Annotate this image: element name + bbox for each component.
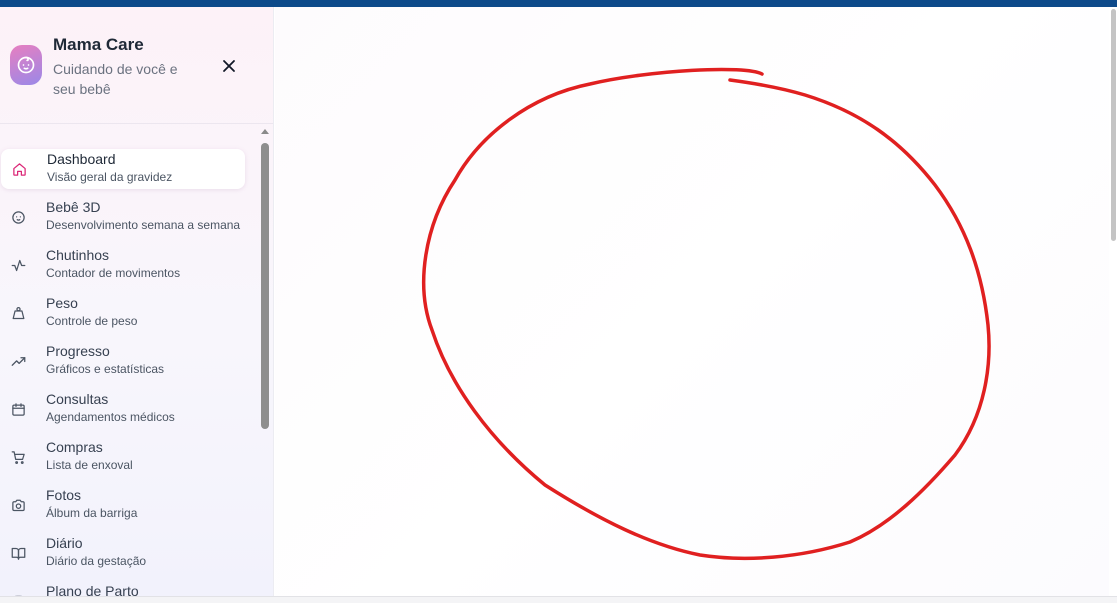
sidebar-item-progresso[interactable]: Progresso Gráficos e estatísticas: [0, 341, 256, 381]
sidebar-item-description: Visão geral da gravidez: [47, 170, 173, 184]
cart-icon: [10, 449, 26, 465]
window-top-bar: [0, 0, 1117, 7]
sidebar-item-bebe-3d[interactable]: Bebê 3D Desenvolvimento semana a semana: [0, 197, 256, 237]
sidebar-item-description: Gráficos e estatísticas: [46, 362, 165, 376]
sidebar-item-consultas[interactable]: Consultas Agendamentos médicos: [0, 389, 256, 429]
sidebar-item-fotos[interactable]: Fotos Álbum da barriga: [0, 485, 256, 525]
weight-icon: [10, 305, 26, 321]
sidebar-item-label: Bebê 3D: [46, 199, 101, 215]
sidebar-item-plano-de-parto[interactable]: Plano de Parto: [0, 581, 256, 597]
calendar-icon: [10, 401, 26, 417]
camera-icon: [10, 497, 26, 513]
sidebar-nav: Dashboard Visão geral da gravidez Bebê 3…: [0, 143, 258, 597]
sidebar: Mama Care Cuidando de você e seu bebê Da…: [0, 7, 274, 597]
trending-up-icon: [10, 353, 26, 369]
close-sidebar-button[interactable]: [219, 56, 239, 76]
sidebar-item-peso[interactable]: Peso Controle de peso: [0, 293, 256, 333]
sidebar-item-label: Dashboard: [47, 151, 116, 167]
sidebar-item-description: Agendamentos médicos: [46, 410, 175, 424]
sidebar-item-label: Fotos: [46, 487, 82, 503]
app-title: Mama Care: [53, 35, 144, 54]
sidebar-scrollbar[interactable]: [258, 125, 272, 597]
book-icon: [10, 545, 26, 561]
sidebar-item-chutinhos[interactable]: Chutinhos Contador de movimentos: [0, 245, 256, 285]
sidebar-item-description: Contador de movimentos: [46, 266, 181, 280]
brand-header: Mama Care Cuidando de você e seu bebê: [0, 7, 273, 124]
page-scroll-thumb[interactable]: [1111, 9, 1116, 241]
app-logo: [10, 45, 42, 85]
sidebar-item-label: Diário: [46, 535, 83, 551]
sidebar-item-dashboard[interactable]: Dashboard Visão geral da gravidez: [1, 149, 245, 189]
scroll-up-arrow-icon[interactable]: [261, 129, 269, 134]
app-subtitle: Cuidando de você e seu bebê: [53, 61, 178, 97]
close-icon: [223, 60, 235, 72]
sidebar-item-label: Progresso: [46, 343, 110, 359]
sidebar-item-diario[interactable]: Diário Diário da gestação: [0, 533, 256, 573]
sidebar-item-label: Compras: [46, 439, 103, 455]
sidebar-item-label: Chutinhos: [46, 247, 110, 263]
sidebar-item-label: Plano de Parto: [46, 583, 139, 597]
activity-icon: [10, 257, 26, 273]
sidebar-item-description: Controle de peso: [46, 314, 138, 328]
sidebar-item-description: Desenvolvimento semana a semana: [46, 218, 241, 232]
sidebar-item-compras[interactable]: Compras Lista de enxoval: [0, 437, 256, 477]
page-scrollbar[interactable]: [1110, 7, 1117, 597]
baby-face-icon: [10, 209, 26, 225]
baby-icon: [17, 56, 35, 74]
home-icon: [11, 161, 27, 177]
window-bottom-edge: [0, 596, 1117, 603]
main-content: [275, 7, 1109, 596]
sidebar-item-description: Álbum da barriga: [46, 506, 138, 520]
sidebar-item-label: Peso: [46, 295, 78, 311]
sidebar-item-description: Diário da gestação: [46, 554, 147, 568]
sidebar-scroll-thumb[interactable]: [261, 143, 269, 429]
sidebar-item-label: Consultas: [46, 391, 109, 407]
sidebar-item-description: Lista de enxoval: [46, 458, 133, 472]
